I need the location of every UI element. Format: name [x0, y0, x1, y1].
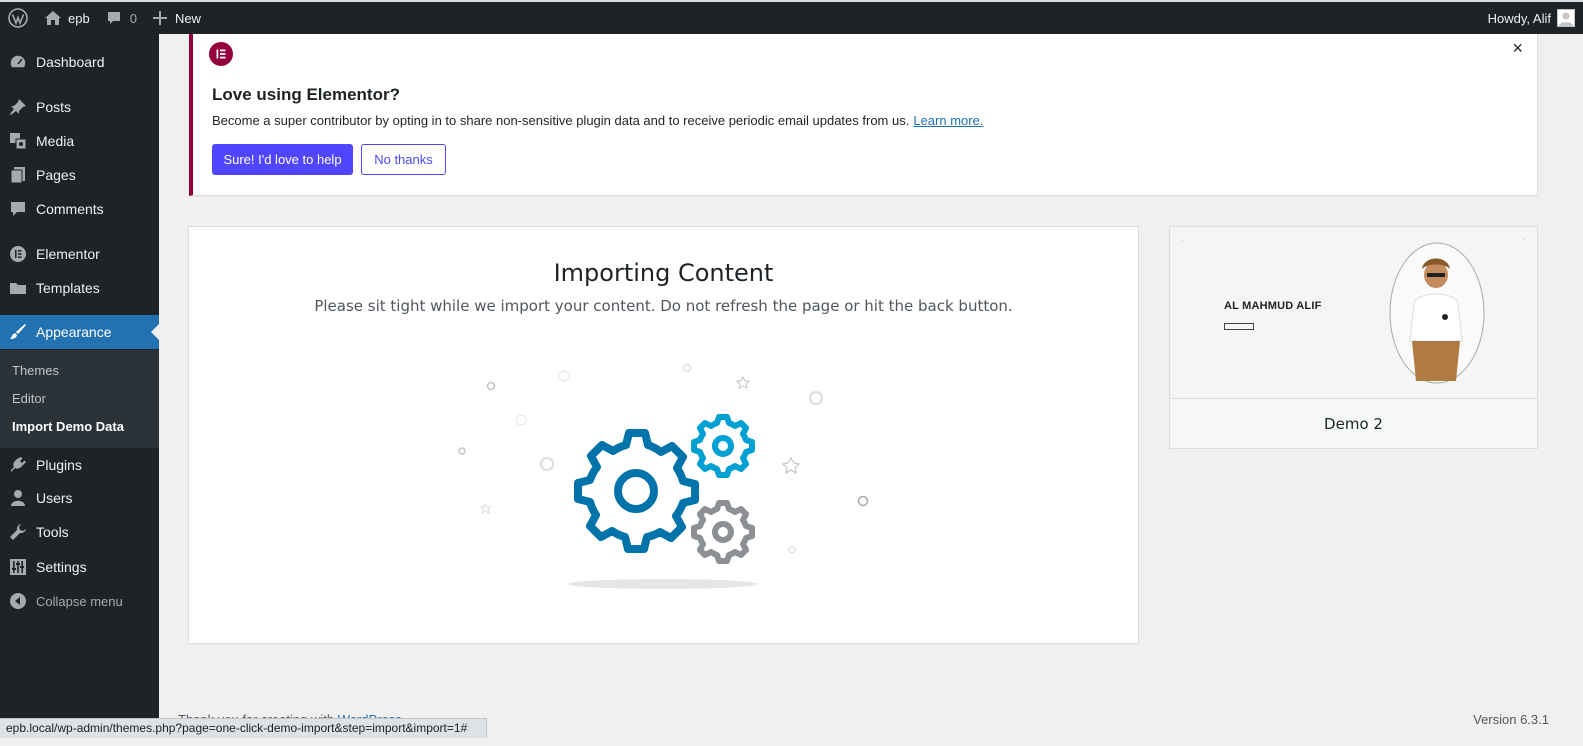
sidebar-item-settings[interactable]: Settings [0, 550, 159, 584]
close-icon[interactable]: × [1512, 38, 1523, 59]
pages-icon [0, 166, 36, 184]
dashboard-icon [0, 53, 36, 71]
demo-label: Demo 2 [1170, 399, 1537, 448]
thumb-menu-icon: ▫ [1523, 237, 1525, 242]
collapse-menu-button[interactable]: Collapse menu [0, 584, 159, 618]
opt-in-button[interactable]: Sure! I'd love to help [212, 144, 353, 175]
no-thanks-button[interactable]: No thanks [361, 144, 446, 175]
thumb-portrait [1389, 242, 1485, 384]
sidebar-item-tools[interactable]: Tools [0, 515, 159, 549]
notice-text: Become a super contributor by opting in … [212, 113, 983, 128]
import-panel: Importing Content Please sit tight while… [188, 226, 1139, 644]
submenu-themes[interactable]: Themes [12, 363, 59, 378]
pin-icon [0, 98, 36, 116]
sidebar-item-pages[interactable]: Pages [0, 158, 159, 192]
notice-text-body: Become a super contributor by opting in … [212, 113, 910, 128]
import-title: Importing Content [553, 259, 774, 287]
sidebar-item-elementor[interactable]: Elementor [0, 237, 159, 271]
comment-bubble-icon [106, 10, 122, 26]
notice-title: Love using Elementor? [212, 85, 400, 104]
site-name: epb [68, 10, 90, 26]
media-icon [0, 132, 36, 150]
comment-icon [0, 200, 36, 218]
submenu-import-demo-data[interactable]: Import Demo Data [12, 419, 124, 434]
thumb-name: AL MAHMUD ALIF [1224, 300, 1322, 312]
comments-count: 0 [129, 10, 137, 26]
version-text: Version 6.3.1 [1473, 712, 1549, 727]
sidebar-item-comments[interactable]: Comments [0, 192, 159, 226]
new-content-link[interactable]: New [145, 2, 209, 34]
site-name-link[interactable]: epb [36, 2, 98, 34]
plugin-icon [0, 456, 36, 474]
import-subtitle: Please sit tight while we import your co… [314, 297, 1013, 315]
thumb-logo-icon: ◟ [1182, 237, 1184, 242]
folder-icon [0, 279, 36, 297]
user-icon [0, 489, 36, 507]
brush-icon [0, 323, 36, 341]
demo-thumbnail: ◟ ▫ AL MAHMUD ALIF [1170, 227, 1537, 399]
collapse-arrow-icon [0, 592, 36, 610]
gears-illustration [458, 363, 869, 589]
sidebar-item-posts[interactable]: Posts [0, 90, 159, 124]
wordpress-logo-icon[interactable] [0, 2, 36, 34]
sidebar-item-plugins[interactable]: Plugins [0, 448, 159, 482]
elementor-icon [0, 245, 36, 263]
plus-icon [152, 11, 167, 25]
avatar [1557, 9, 1575, 27]
comments-link[interactable]: 0 [98, 2, 145, 34]
howdy-text: Howdy, Alif [1487, 10, 1551, 26]
sliders-icon [0, 558, 36, 576]
elementor-logo-icon [209, 42, 233, 66]
appearance-submenu: Themes Editor Import Demo Data [0, 350, 159, 448]
thumb-button [1224, 323, 1254, 330]
sidebar-item-users[interactable]: Users [0, 481, 159, 515]
admin-bar: epb 0 New Howdy, Alif [0, 0, 1583, 34]
submenu-editor[interactable]: Editor [12, 391, 46, 406]
sidebar-item-templates[interactable]: Templates [0, 271, 159, 305]
elementor-notice: × Love using Elementor? Become a super c… [189, 34, 1538, 196]
admin-sidebar: Dashboard Posts Media Pages Comments Ele… [0, 34, 159, 746]
my-account[interactable]: Howdy, Alif [1488, 2, 1575, 34]
sidebar-item-media[interactable]: Media [0, 124, 159, 158]
home-icon [44, 10, 62, 26]
demo-card[interactable]: ◟ ▫ AL MAHMUD ALIF Demo 2 [1169, 226, 1538, 449]
learn-more-link[interactable]: Learn more. [913, 113, 983, 128]
browser-status-bar: epb.local/wp-admin/themes.php?page=one-c… [0, 718, 487, 738]
sidebar-item-dashboard[interactable]: Dashboard [0, 45, 159, 79]
new-label: New [174, 10, 201, 26]
bottom-edge [0, 738, 1583, 746]
wrench-icon [0, 523, 36, 541]
sidebar-item-appearance[interactable]: Appearance [0, 315, 159, 349]
